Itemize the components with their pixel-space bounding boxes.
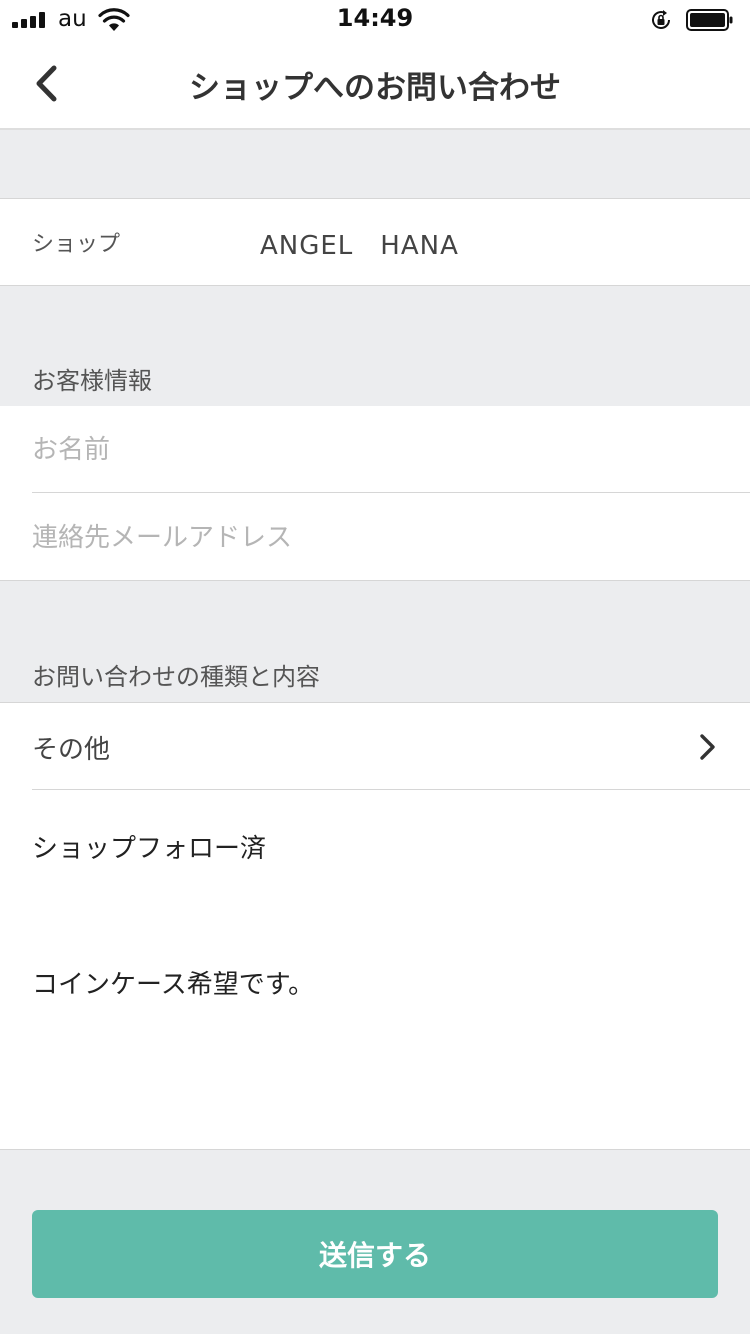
battery-icon xyxy=(686,9,733,31)
field-divider xyxy=(32,789,750,790)
message-textarea[interactable]: ショップフォロー済 コインケース希望です。 xyxy=(32,791,722,1165)
page-title: ショップへのお問い合わせ xyxy=(189,70,561,106)
chevron-right-icon xyxy=(700,734,715,760)
status-time: 14:49 xyxy=(336,4,414,32)
inquiry-header: お問い合わせの種類と内容 xyxy=(32,663,320,691)
email-field[interactable] xyxy=(32,518,718,558)
customer-info-form xyxy=(0,406,750,581)
orientation-lock-icon xyxy=(652,10,670,29)
inquiry-type-selector[interactable]: その他 xyxy=(0,703,750,789)
inquiry-type-value: その他 xyxy=(32,735,111,765)
shop-label: ショップ xyxy=(32,232,121,257)
shop-name: ANGEL HANA xyxy=(260,231,459,261)
name-field[interactable] xyxy=(32,430,718,470)
customer-info-header: お客様情報 xyxy=(32,367,152,395)
navigation-bar: ショップへのお問い合わせ xyxy=(0,40,750,130)
shop-row: ショップ ANGEL HANA xyxy=(0,198,750,286)
status-bar: au 14:49 xyxy=(0,0,750,40)
field-divider xyxy=(32,492,750,493)
submit-button[interactable]: 送信する xyxy=(32,1210,718,1298)
inquiry-form: その他 ショップフォロー済 コインケース希望です。 xyxy=(0,702,750,1165)
